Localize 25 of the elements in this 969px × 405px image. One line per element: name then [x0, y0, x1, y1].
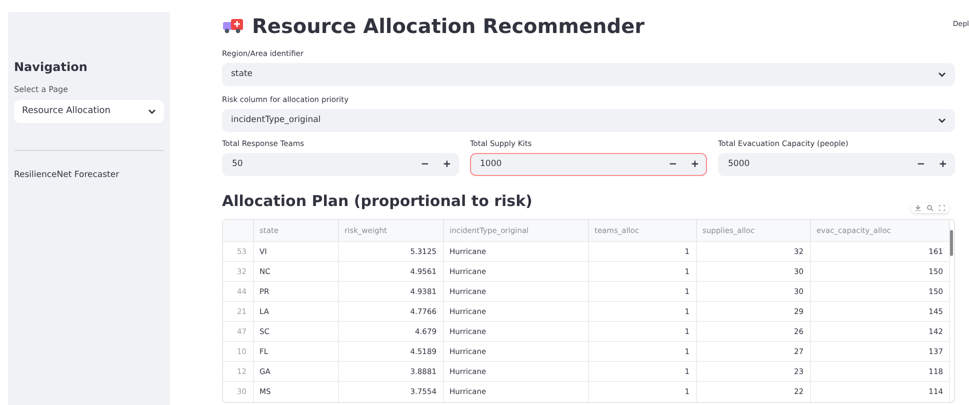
ambulance-icon [222, 18, 244, 34]
number-input[interactable]: 5000 − + [718, 153, 955, 176]
increment-button[interactable]: + [684, 154, 706, 175]
page-title: Resource Allocation Recommender [252, 13, 645, 40]
number-input[interactable]: 50 − + [222, 153, 459, 176]
dropdown-select[interactable]: state [222, 63, 955, 86]
number-input[interactable]: 1000 − + [470, 153, 707, 176]
decrement-button[interactable]: − [414, 154, 436, 175]
dropdown-select[interactable]: incidentType_original [222, 109, 955, 132]
increment-button[interactable]: + [932, 154, 954, 175]
scrollbar[interactable] [950, 230, 953, 256]
select-label: Select a Page [14, 84, 70, 96]
increment-button[interactable]: + [436, 154, 458, 175]
decrement-button[interactable]: − [662, 154, 684, 175]
page-select[interactable]: Resource Allocation [14, 100, 164, 123]
sidebar-link[interactable]: ResilienceNet Forecaster [14, 169, 120, 182]
section-heading: Allocation Plan (proportional to risk) [222, 191, 532, 212]
fullscreen-icon[interactable] [939, 204, 945, 210]
download-icon[interactable] [915, 204, 921, 210]
decrement-button[interactable]: − [910, 154, 932, 175]
chevron-down-icon [938, 72, 946, 77]
chevron-down-icon [148, 109, 156, 114]
sidebar-heading: Navigation [14, 59, 88, 76]
search-icon[interactable] [927, 204, 933, 210]
chevron-down-icon [938, 118, 946, 123]
